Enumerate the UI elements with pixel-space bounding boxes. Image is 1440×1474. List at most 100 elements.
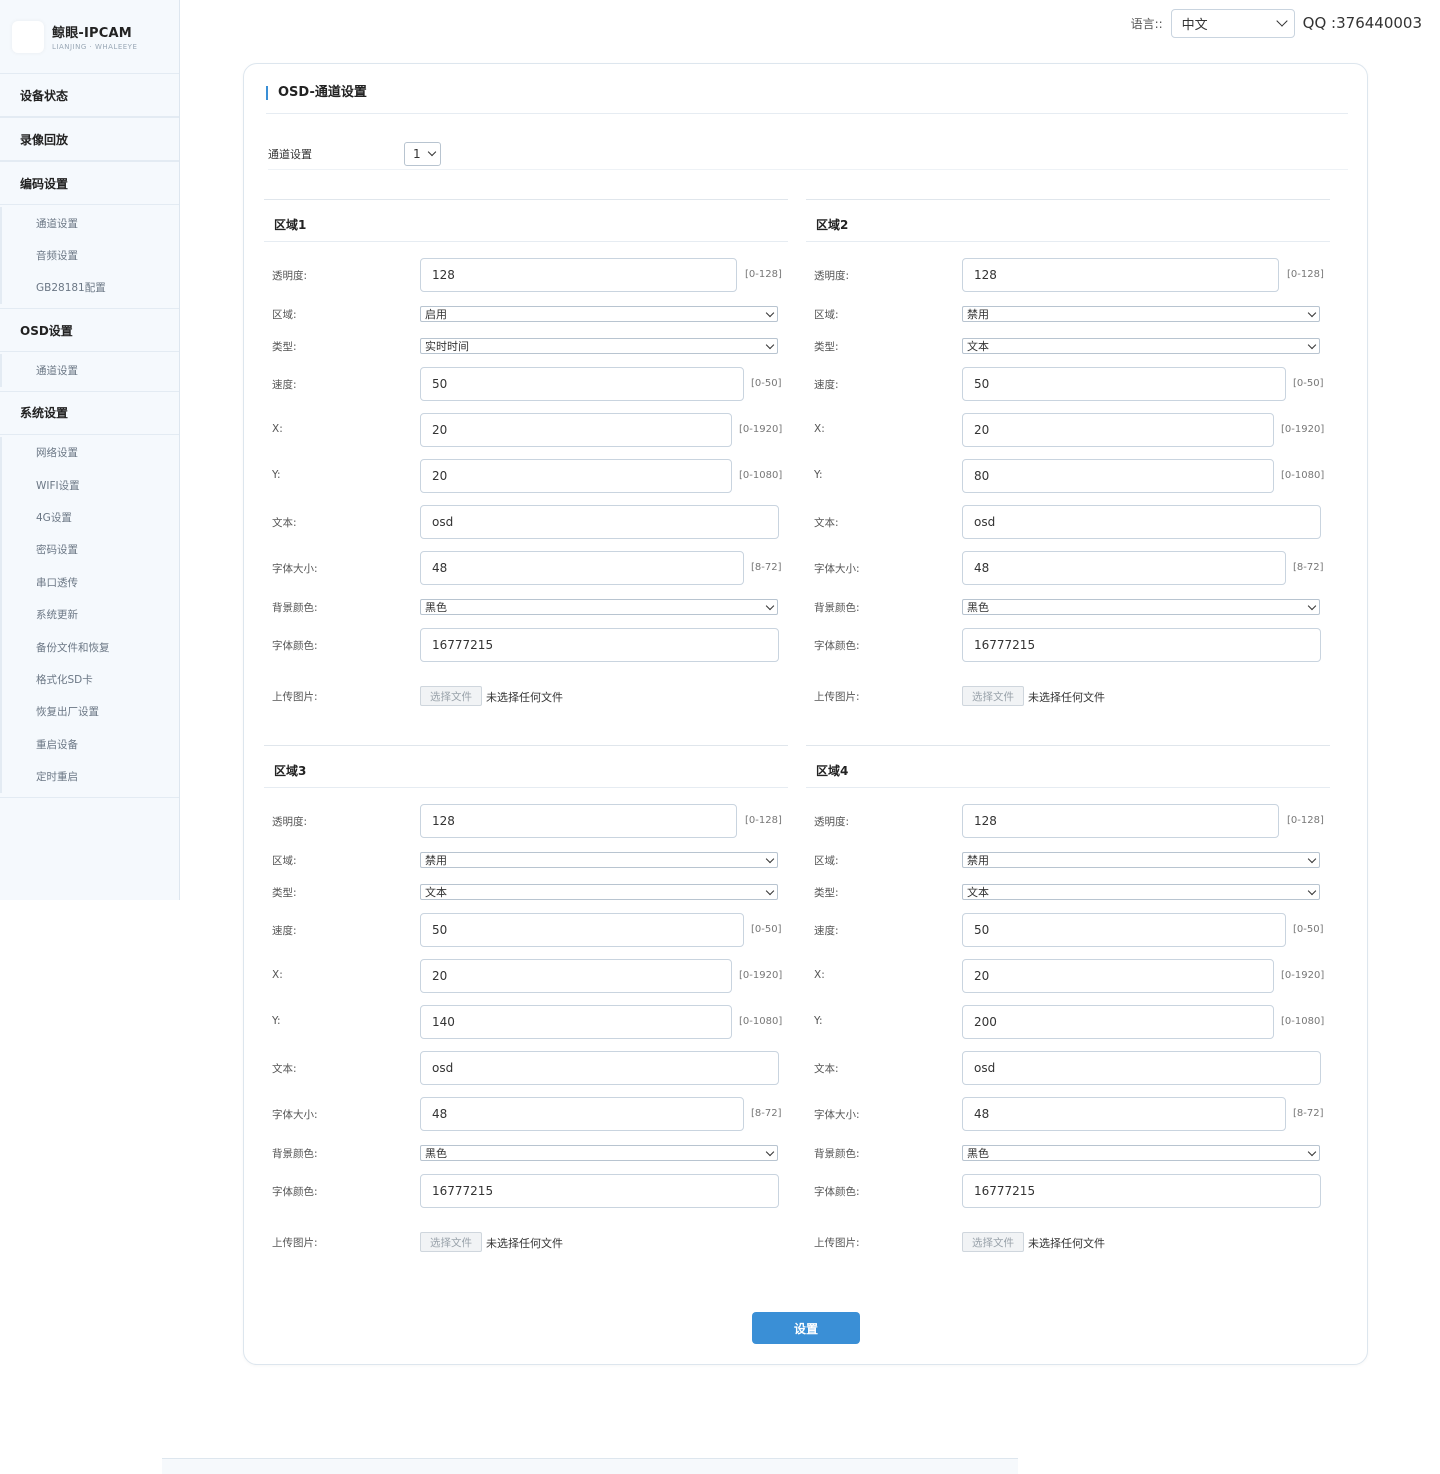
font-color-label: 字体颜色: [272,1186,318,1198]
sidebar-item[interactable]: 系统更新 [0,598,179,631]
type-select[interactable]: 文本 [962,338,1320,354]
sidebar-group-header[interactable]: 录像回放 [0,118,179,161]
choose-file-button[interactable]: 选择文件 [962,686,1024,706]
sidebar-item[interactable]: 密码设置 [0,533,179,567]
sidebar-item[interactable]: 备份文件和恢复 [0,630,179,664]
font-color-input[interactable]: 16777215 [420,628,779,662]
x-input[interactable]: 20 [962,959,1274,993]
font-size-input[interactable]: 48 [420,551,744,585]
sidebar-group-header[interactable]: 设备状态 [0,74,179,117]
x-range: [0-1920] [739,424,783,435]
text-input[interactable]: osd [962,505,1321,539]
sidebar-item[interactable]: 4G设置 [0,501,179,534]
sidebar-item[interactable]: 音频设置 [0,239,179,272]
y-input[interactable]: 140 [420,1005,732,1039]
speed-input[interactable]: 50 [420,913,744,947]
page-title: OSD-通道设置 [266,86,367,100]
choose-file-button[interactable]: 选择文件 [420,1232,482,1252]
area-select[interactable]: 禁用 [420,852,778,868]
opacity-range: [0-128] [745,269,782,280]
language-label: 语言:: [1130,16,1163,31]
area-select[interactable]: 禁用 [962,852,1320,868]
opacity-range: [0-128] [1287,269,1324,280]
osd-region-1: 区域1 透明度: 128 [0-128] 区域: 启用 类型: 实时时间 速度: 50 [0-50]… [264,199,788,739]
sidebar-item[interactable]: WIFI设置 [0,468,179,502]
chevron-down-icon [1307,340,1317,349]
sidebar-item[interactable]: 重启设备 [0,728,179,761]
opacity-input[interactable]: 128 [420,804,737,838]
choose-file-button[interactable]: 选择文件 [420,686,482,706]
y-input[interactable]: 200 [962,1005,1274,1039]
x-input[interactable]: 20 [420,413,732,447]
speed-range: [0-50] [751,378,782,389]
text-input[interactable]: osd [962,1051,1321,1085]
y-input[interactable]: 20 [420,459,732,493]
font-color-input[interactable]: 16777215 [962,1174,1321,1208]
y-input[interactable]: 80 [962,459,1274,493]
chevron-down-icon [1307,601,1317,610]
bg-color-select[interactable]: 黑色 [962,599,1320,615]
chevron-down-icon [1307,854,1317,863]
type-select[interactable]: 文本 [962,884,1320,900]
chevron-down-icon [1307,886,1317,895]
y-range: [0-1080] [739,470,783,481]
sidebar-item[interactable]: 恢复出厂设置 [0,695,179,729]
text-label: 文本: [272,1063,297,1075]
choose-file-button[interactable]: 选择文件 [962,1232,1024,1252]
x-input[interactable]: 20 [962,413,1274,447]
file-status: 未选择任何文件 [486,691,563,704]
sidebar-item[interactable]: 格式化SD卡 [0,663,179,696]
channel-select[interactable]: 1 [404,141,441,166]
y-label: Y: [272,1015,281,1027]
opacity-input[interactable]: 128 [962,258,1279,292]
area-select[interactable]: 启用 [420,306,778,322]
bg-color-select[interactable]: 黑色 [420,599,778,615]
y-range: [0-1080] [1281,470,1325,481]
text-input[interactable]: osd [420,1051,779,1085]
bg-color-select[interactable]: 黑色 [420,1145,778,1161]
y-label: Y: [814,469,823,481]
x-range: [0-1920] [1281,970,1325,981]
x-label: X: [814,423,825,435]
opacity-input[interactable]: 128 [962,804,1279,838]
language-select[interactable]: 中文 [1170,8,1295,38]
x-input[interactable]: 20 [420,959,732,993]
opacity-input[interactable]: 128 [420,258,737,292]
font-size-range: [8-72] [1293,562,1324,573]
type-select[interactable]: 文本 [420,884,778,900]
font-size-input[interactable]: 48 [962,551,1286,585]
bg-color-select[interactable]: 黑色 [962,1145,1320,1161]
logo-subtitle: LIANJING · WHALEEYE [52,43,138,51]
font-color-input[interactable]: 16777215 [420,1174,779,1208]
type-label: 类型: [272,887,297,899]
speed-input[interactable]: 50 [962,913,1286,947]
speed-range: [0-50] [751,924,782,935]
font-size-input[interactable]: 48 [420,1097,744,1131]
font-color-input[interactable]: 16777215 [962,628,1321,662]
submit-button[interactable]: 设置 [752,1312,860,1344]
sidebar-group-header[interactable]: 系统设置 [0,392,179,435]
type-select[interactable]: 实时时间 [420,338,778,354]
text-input[interactable]: osd [420,505,779,539]
sidebar-item[interactable]: 通道设置 [0,354,179,387]
sidebar-group-header[interactable]: 编码设置 [0,162,179,205]
speed-input[interactable]: 50 [962,367,1286,401]
channel-row: 通道设置 1 [268,138,1348,170]
qq-number: QQ :376440003 [1302,14,1422,32]
speed-label: 速度: [814,925,839,937]
speed-input[interactable]: 50 [420,367,744,401]
sidebar-item[interactable]: 通道设置 [0,207,179,240]
area-label: 区域: [814,309,839,321]
sidebar-group-header[interactable]: OSD设置 [0,309,179,353]
font-size-input[interactable]: 48 [962,1097,1286,1131]
logo-mark [12,20,44,53]
area-select[interactable]: 禁用 [962,306,1320,322]
sidebar-item[interactable]: 串口透传 [0,566,179,599]
language-select-value: 中文 [1181,17,1208,33]
sidebar-item[interactable]: 网络设置 [0,436,179,469]
font-color-label: 字体颜色: [814,1186,860,1198]
sidebar-item[interactable]: GB28181配置 [0,271,179,305]
sidebar-item[interactable]: 定时重启 [0,760,179,793]
chevron-down-icon [1307,1147,1317,1156]
osd-region-3: 区域3 透明度: 128 [0-128] 区域: 禁用 类型: 文本 速度: 50 [0-50] X:… [264,745,788,1285]
